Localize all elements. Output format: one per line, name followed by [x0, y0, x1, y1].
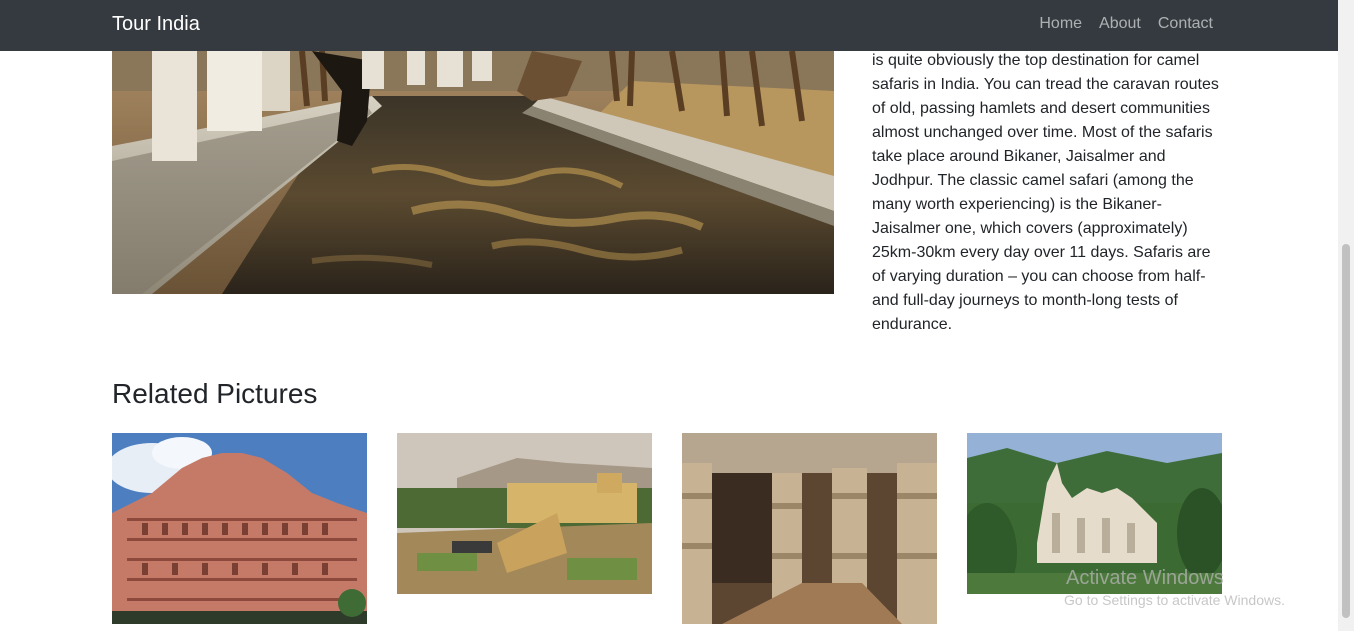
related-picture-hawa-mahal[interactable]: [112, 433, 367, 624]
page: Tour India Home About Contact is quite o…: [0, 0, 1354, 631]
nav-about-link[interactable]: About: [1099, 14, 1141, 34]
watermark-subtitle: Go to Settings to activate Windows.: [1064, 592, 1285, 608]
related-picture-temple-interior[interactable]: [682, 433, 937, 624]
related-pictures-title: Related Pictures: [112, 378, 318, 409]
camel-trough-image: [112, 51, 834, 294]
nav-contact-link[interactable]: Contact: [1158, 14, 1213, 34]
article-text: is quite obviously the top destination f…: [872, 52, 1219, 333]
brand-link[interactable]: Tour India: [112, 12, 200, 36]
watermark-title: Activate Windows: [1066, 567, 1224, 589]
activate-windows-watermark: Activate Windows Go to Settings to activ…: [1064, 566, 1285, 609]
related-picture-jantar-mantar[interactable]: [397, 433, 652, 594]
nav-links: Home About Contact: [1039, 14, 1213, 34]
navbar: Tour India Home About Contact: [0, 0, 1338, 51]
scrollbar-thumb[interactable]: [1342, 244, 1350, 618]
nav-home-link[interactable]: Home: [1039, 14, 1082, 34]
scrollbar[interactable]: [1338, 0, 1354, 631]
